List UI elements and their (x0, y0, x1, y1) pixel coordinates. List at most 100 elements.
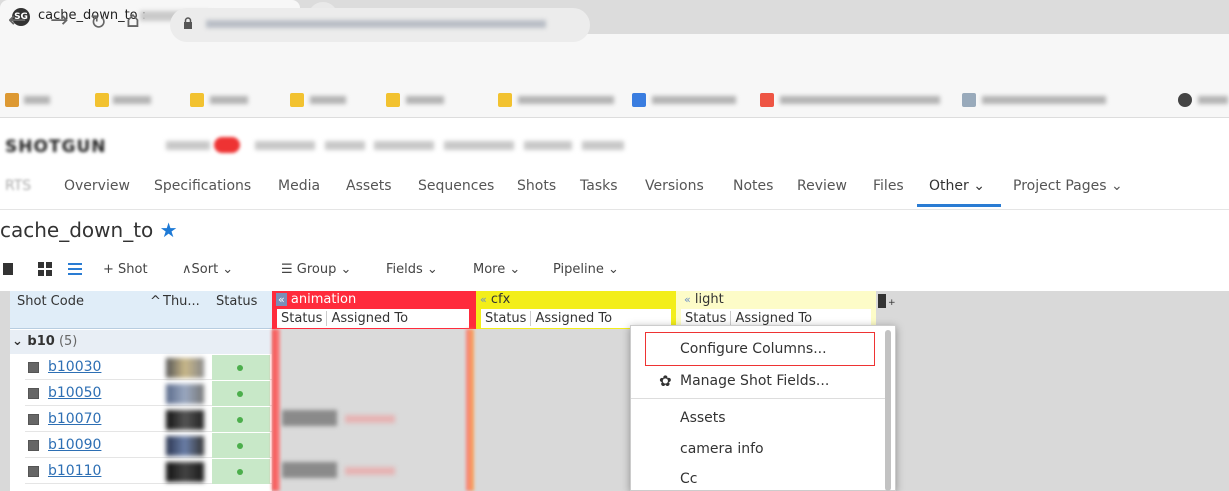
forward-icon[interactable]: → (50, 8, 68, 33)
collapse-group-icon[interactable]: « (680, 293, 691, 306)
group-subcolumns: Status Assigned To (277, 309, 469, 328)
home-icon[interactable]: ⌂ (126, 8, 140, 33)
fields-button[interactable]: Fields ⌄ (386, 262, 438, 277)
column-group-cfx[interactable]: « cfx Status Assigned To (476, 291, 676, 329)
thumbnail-view-icon[interactable] (3, 263, 13, 275)
shot-icon (28, 362, 39, 373)
shot-code-link[interactable]: b10050 (48, 385, 101, 401)
collapse-group-icon[interactable]: « (276, 293, 287, 306)
menu-item-configure-columns[interactable]: Configure Columns... (680, 341, 827, 357)
column-group-animation[interactable]: « animation Status Assigned To (272, 291, 476, 329)
column-header-status[interactable]: Status (277, 311, 328, 326)
tab-overview[interactable]: Overview (64, 178, 130, 194)
shot-thumbnail[interactable] (166, 436, 204, 456)
back-icon[interactable]: ← (8, 8, 26, 33)
add-column-plus-icon[interactable]: + (888, 298, 896, 308)
shot-thumbnail[interactable] (166, 384, 204, 404)
projects-link[interactable] (374, 141, 434, 150)
bookmark-redacted[interactable] (652, 96, 736, 104)
google-icon[interactable] (632, 93, 646, 107)
shot-thumbnail[interactable] (166, 358, 204, 378)
tab-notes[interactable]: Notes (733, 178, 773, 194)
tab-shots[interactable]: Shots (517, 178, 556, 194)
active-tab-indicator (917, 204, 1001, 207)
animation-column-edge (466, 329, 474, 491)
group-title: cfx (490, 292, 511, 307)
shotgun-logo[interactable]: SHOTGUN (5, 137, 107, 157)
column-group-light[interactable]: « light Status Assigned To (676, 291, 876, 329)
tab-media[interactable]: Media (278, 178, 320, 194)
media-link[interactable] (325, 141, 365, 150)
folder-icon[interactable] (290, 93, 304, 107)
bookmark-redacted[interactable] (518, 96, 614, 104)
tab-tasks[interactable]: Tasks (580, 178, 618, 194)
sort-button[interactable]: ∧Sort ⌄ (182, 262, 233, 277)
list-view-icon[interactable] (68, 262, 82, 276)
folder-icon[interactable] (498, 93, 512, 107)
bookmark-redacted[interactable] (982, 96, 1106, 104)
column-header-shot-code[interactable]: Shot Code (17, 294, 84, 309)
tab-versions[interactable]: Versions (645, 178, 704, 194)
menu-item-cc[interactable]: Cc (680, 471, 697, 487)
column-header-thumbnail[interactable]: Thu... (163, 294, 200, 309)
tab-review[interactable]: Review (797, 178, 847, 194)
tab-other[interactable]: Other ⌄ (929, 178, 985, 194)
column-header-assigned-to[interactable]: Assigned To (531, 311, 616, 326)
shot-code-link[interactable]: b10030 (48, 359, 101, 375)
menu-item-camera-info[interactable]: camera info (680, 441, 764, 457)
bookmark-icon[interactable] (1178, 93, 1192, 107)
shot-thumbnail[interactable] (166, 410, 204, 430)
add-shot-button[interactable]: + Shot (103, 262, 148, 277)
add-column-icon[interactable] (878, 294, 886, 308)
bookmark-redacted[interactable] (1198, 96, 1228, 104)
people-link[interactable] (524, 141, 572, 150)
column-header-assigned-to[interactable]: Assigned To (731, 311, 816, 326)
more-button[interactable]: More ⌄ (473, 262, 520, 277)
bookmark-redacted[interactable] (113, 96, 151, 104)
bookmark-redacted[interactable] (24, 96, 50, 104)
menu-item-assets[interactable]: Assets (680, 410, 726, 426)
column-header-status[interactable]: Status (216, 294, 257, 309)
menu-item-manage-shot-fields[interactable]: Manage Shot Fields... (680, 373, 829, 389)
bookmark-redacted[interactable] (780, 96, 940, 104)
sort-ascending-icon[interactable]: ^ (150, 294, 161, 309)
reload-icon[interactable]: ↻ (90, 10, 107, 34)
collapse-group-icon[interactable]: « (480, 293, 487, 306)
tab-specifications[interactable]: Specifications (154, 178, 251, 194)
tab-assets[interactable]: Assets (346, 178, 392, 194)
favorite-star-icon[interactable]: ★ (160, 218, 178, 242)
column-header-assigned-to[interactable]: Assigned To (327, 311, 412, 326)
folder-icon[interactable] (190, 93, 204, 107)
bookmark-redacted[interactable] (310, 96, 346, 104)
tab-sequences[interactable]: Sequences (418, 178, 494, 194)
mail-icon[interactable] (760, 93, 774, 107)
all-pages-link[interactable] (444, 141, 514, 150)
shot-code-link[interactable]: b10090 (48, 437, 101, 453)
group-row-label[interactable]: ⌄ b10 (5) (12, 334, 77, 349)
my-tasks-link[interactable] (255, 141, 315, 150)
tab-project-pages[interactable]: Project Pages ⌄ (1013, 178, 1123, 194)
shot-thumbnail[interactable] (166, 462, 204, 482)
bookmark-redacted[interactable] (210, 96, 248, 104)
assignee-redacted[interactable] (345, 415, 395, 423)
apps-link[interactable] (582, 141, 624, 150)
grid-view-icon[interactable] (38, 262, 52, 276)
column-header-status[interactable]: Status (481, 311, 532, 326)
page-title-text: cache_down_to (0, 218, 154, 242)
task-status-redacted[interactable] (282, 410, 337, 426)
task-status-redacted[interactable] (282, 462, 337, 478)
tab-files[interactable]: Files (873, 178, 904, 194)
column-header-status[interactable]: Status (681, 311, 732, 326)
folder-icon[interactable] (95, 93, 109, 107)
pipeline-button[interactable]: Pipeline ⌄ (553, 262, 619, 277)
shot-code-link[interactable]: b10110 (48, 463, 101, 479)
bookmark-redacted[interactable] (406, 96, 444, 104)
inbox-link[interactable] (166, 141, 210, 150)
folder-icon[interactable] (386, 93, 400, 107)
apps-grid-icon[interactable] (5, 93, 19, 107)
assignee-redacted[interactable] (345, 467, 395, 475)
group-button[interactable]: ☰ Group ⌄ (281, 262, 351, 277)
shotgun-bookmark-icon[interactable] (962, 93, 976, 107)
menu-scrollbar[interactable] (885, 330, 891, 491)
shot-code-link[interactable]: b10070 (48, 411, 101, 427)
